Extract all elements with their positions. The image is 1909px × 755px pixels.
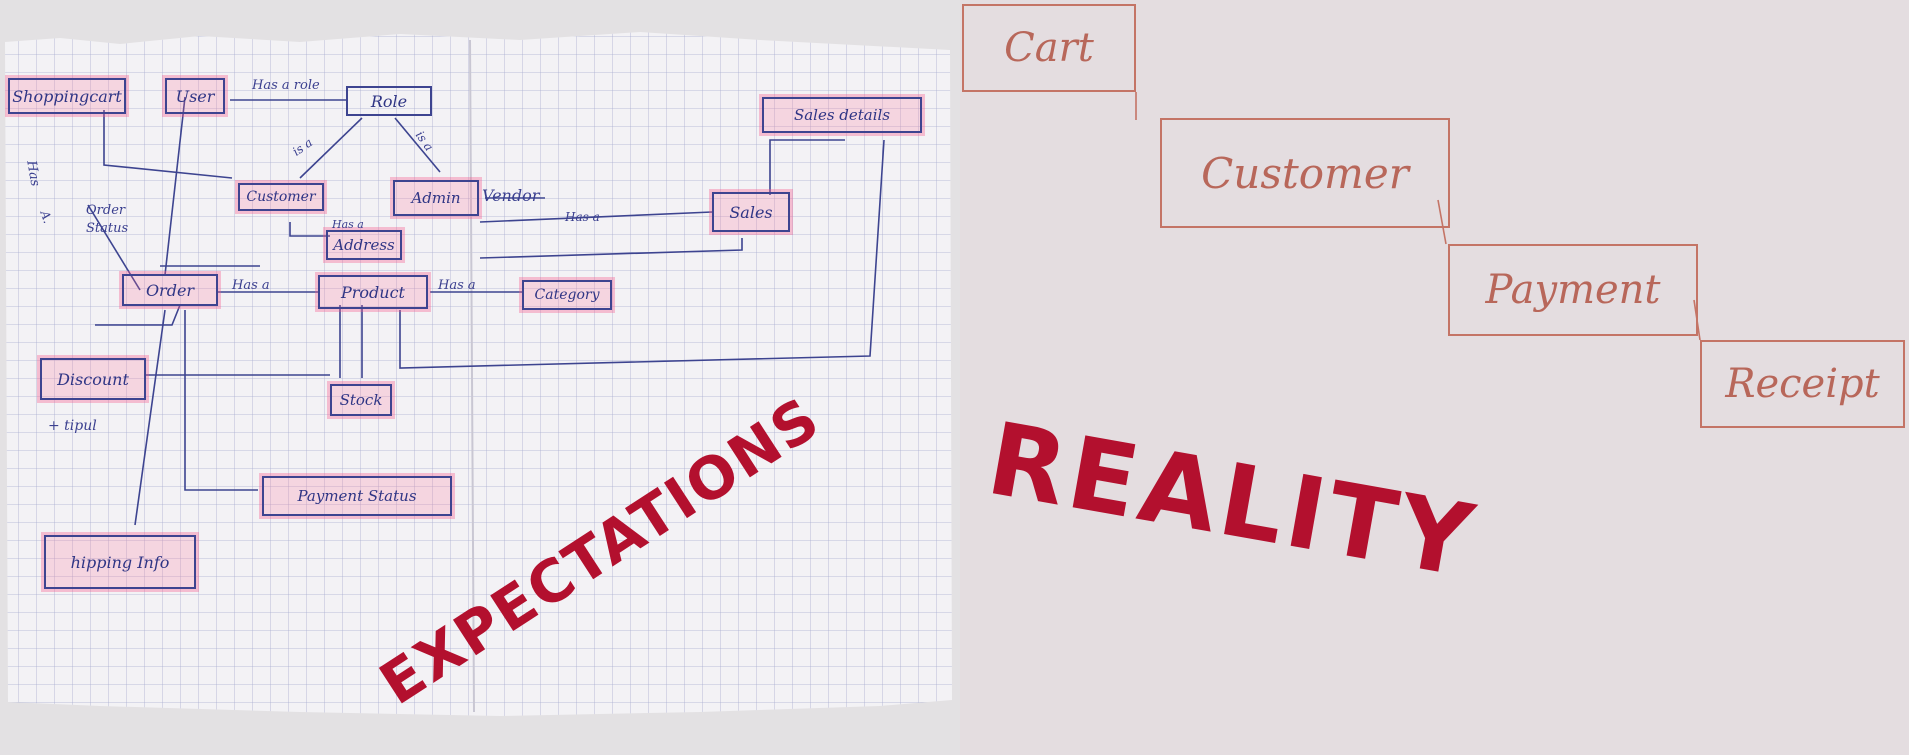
label-has-a-sales: Has a [565, 210, 600, 224]
node-admin: Admin [393, 180, 479, 216]
node-stock: Stock [330, 384, 392, 416]
expectations-panel: Shoppingcart User Role Sales details Cus… [0, 0, 960, 755]
node-order-status: Order Status [86, 203, 129, 237]
node-customer: Customer [238, 183, 324, 211]
node-order: Order [122, 274, 218, 306]
node-discount: Discount [40, 358, 146, 400]
reality-node-receipt: Receipt [1700, 340, 1905, 428]
node-shipping-info: hipping Info [44, 535, 196, 589]
meme-stage: Shoppingcart User Role Sales details Cus… [0, 0, 1909, 755]
node-category: Category [522, 280, 612, 310]
node-address: Address [326, 230, 402, 260]
label-has-a-category: Has a [438, 278, 476, 293]
reality-node-cart: Cart [962, 4, 1136, 92]
reality-node-payment: Payment [1448, 244, 1698, 336]
node-user: User [165, 78, 225, 114]
node-sales: Sales [712, 192, 790, 232]
label-has-a-role: Has a role [252, 78, 320, 93]
reality-panel: Cart Customer Payment Receipt REALITY [960, 0, 1909, 755]
reality-node-customer: Customer [1160, 118, 1450, 228]
node-role: Role [346, 86, 432, 116]
node-shopping-cart: Shoppingcart [8, 78, 126, 114]
node-product: Product [318, 275, 428, 309]
node-sales-details: Sales details [762, 97, 922, 133]
label-has-a-product: Has a [232, 278, 270, 293]
label-has-a-address: Has a [332, 218, 364, 231]
node-payment-status: Payment Status [262, 476, 452, 516]
node-vendor: Vendor [482, 186, 540, 205]
label-note: + tipul [48, 418, 97, 434]
